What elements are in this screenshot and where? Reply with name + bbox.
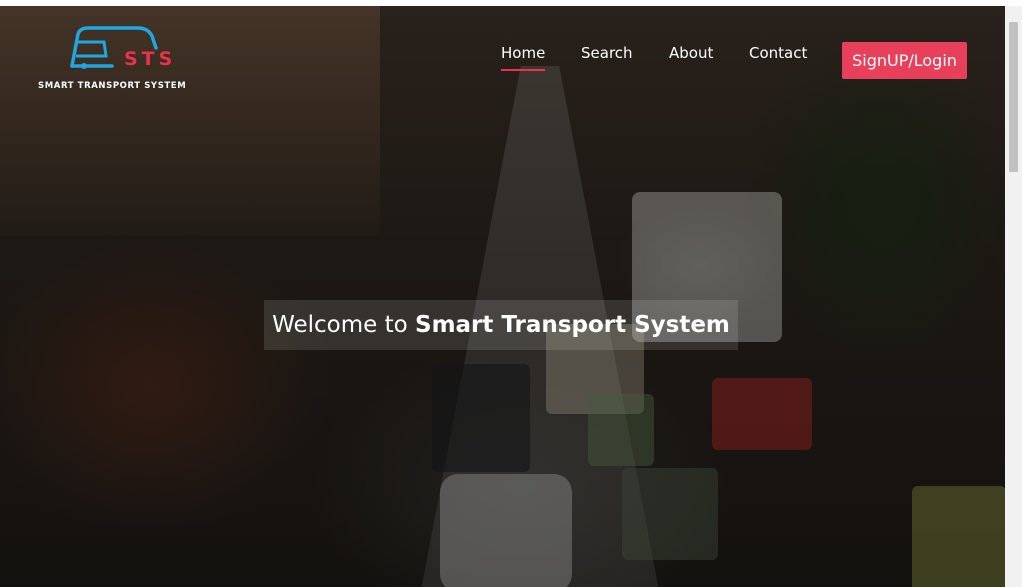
nav-contact-link[interactable]: Contact (749, 44, 807, 62)
nav-about-link[interactable]: About (669, 44, 713, 62)
hero-car (432, 364, 530, 472)
hero-car (440, 474, 572, 587)
signup-login-button[interactable]: SignUP/Login (842, 42, 967, 79)
hero-section: STS SMART TRANSPORT SYSTEM Home Search A… (0, 6, 1005, 587)
hero-car (712, 378, 812, 450)
nav-home-link[interactable]: Home (501, 44, 546, 71)
welcome-banner: Welcome to Smart Transport System (264, 300, 738, 350)
welcome-emphasis: Smart Transport System (415, 312, 730, 338)
hero-bus (912, 486, 1005, 587)
hero-rickshaw (622, 468, 718, 560)
nav-search-link[interactable]: Search (581, 44, 633, 62)
scrollbar-thumb[interactable] (1009, 22, 1018, 172)
welcome-heading: Welcome to Smart Transport System (272, 312, 730, 338)
main-nav: Home Search About Contact SignUP/Login (0, 6, 1005, 86)
hero-rickshaw (588, 394, 654, 466)
welcome-prefix: Welcome to (272, 312, 408, 338)
hero-trees (760, 46, 1005, 386)
